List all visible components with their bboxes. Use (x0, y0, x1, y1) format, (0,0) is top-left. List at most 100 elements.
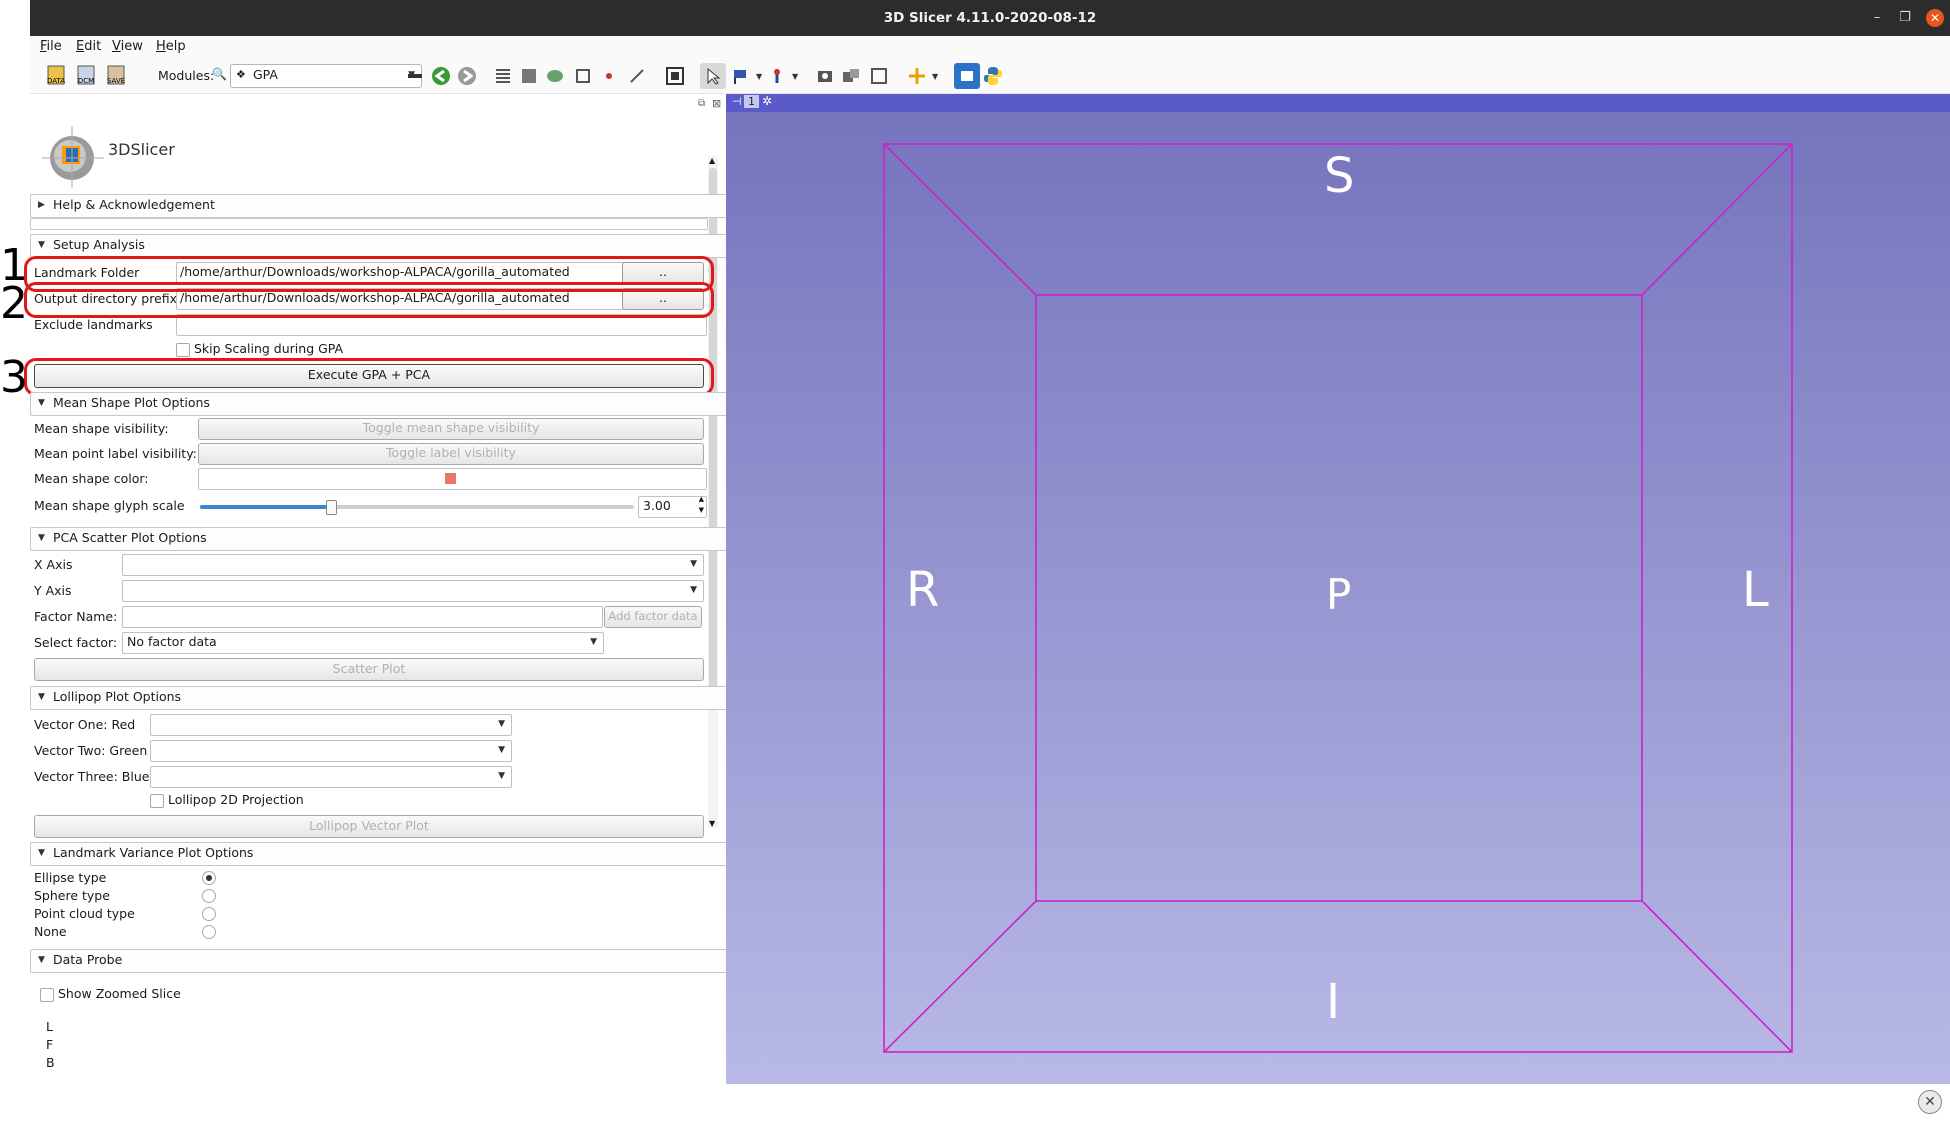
lollipop-section-header[interactable]: ▼ Lollipop Plot Options (30, 686, 730, 710)
data-probe-section-label: Data Probe (53, 952, 123, 967)
setup-section-header[interactable]: ▼ Setup Analysis (30, 234, 730, 258)
module-selector[interactable]: ❖ GPA ▼ (230, 64, 422, 88)
place-fiducial-icon[interactable] (728, 63, 754, 89)
pca-section-label: PCA Scatter Plot Options (53, 530, 207, 545)
pin-icon[interactable]: ⊣ (732, 95, 742, 108)
models-icon[interactable] (542, 63, 568, 89)
orientation-s-label: S (1324, 148, 1355, 204)
scene-view-icon[interactable] (838, 63, 864, 89)
ellipse-type-radio[interactable] (202, 871, 216, 885)
restore-button[interactable]: ❐ (1896, 9, 1914, 27)
slider-handle[interactable] (326, 500, 338, 515)
scroll-down-icon[interactable]: ▼ (709, 819, 715, 828)
lollipop-vector-plot-button[interactable]: Lollipop Vector Plot (34, 815, 704, 838)
y-axis-dropdown[interactable]: ▼ (122, 580, 704, 602)
save-icon[interactable]: SAVE (104, 63, 130, 89)
crosshair-icon[interactable] (904, 63, 930, 89)
modules-label: Modules: (158, 68, 215, 83)
variance-section-header[interactable]: ▼ Landmark Variance Plot Options (30, 842, 730, 866)
forward-arrow-icon[interactable] (454, 63, 480, 89)
vector-one-dropdown[interactable]: ▼ (150, 714, 512, 736)
undock-icon[interactable]: ⧉ (698, 98, 705, 109)
add-factor-data-button[interactable]: Add factor data (604, 606, 702, 628)
volumes-icon[interactable] (516, 63, 542, 89)
menubar: File Edit View Help (30, 36, 1950, 58)
module-icon: ❖ (236, 68, 246, 81)
module-selected: GPA (253, 67, 278, 82)
projection-checkbox[interactable] (150, 794, 164, 808)
view-tab-label[interactable]: 1 (744, 95, 759, 108)
sphere-type-label: Sphere type (34, 888, 110, 903)
probe-line-l: L (46, 1019, 53, 1034)
close-window-button[interactable]: ✕ (1926, 9, 1944, 27)
show-zoomed-slice-checkbox[interactable] (40, 988, 54, 1002)
point-cloud-type-label: Point cloud type (34, 906, 135, 921)
glyph-scale-value: 3.00 (643, 498, 671, 513)
extension-icon[interactable] (954, 63, 980, 89)
crosshair-dropdown-icon[interactable]: ▼ (792, 72, 798, 81)
glyph-scale-slider[interactable] (200, 500, 634, 515)
none-type-radio[interactable] (202, 925, 216, 939)
slicer-logo-icon (42, 126, 104, 188)
box-edge-tl (883, 143, 1037, 296)
mean-shape-section-header[interactable]: ▼ Mean Shape Plot Options (30, 392, 730, 416)
save-label: SAVE (107, 77, 125, 85)
back-arrow-icon[interactable] (428, 63, 454, 89)
layout-icon[interactable] (662, 63, 688, 89)
view-controller-bar[interactable]: ⊣ 1 ✲ (726, 94, 1950, 112)
select-factor-dropdown[interactable]: No factor data ▼ (122, 632, 604, 654)
point-cloud-type-radio[interactable] (202, 907, 216, 921)
screenshot-icon[interactable] (812, 63, 838, 89)
view-options-icon[interactable]: ✲ (762, 94, 772, 108)
skip-scaling-checkbox[interactable] (176, 343, 190, 357)
spin-arrows-icon[interactable]: ▲ ▼ (699, 497, 704, 516)
toggle-mean-visibility-button[interactable]: Toggle mean shape visibility (198, 418, 704, 440)
vector-two-dropdown[interactable]: ▼ (150, 740, 512, 762)
slicer-logo-text: 3DSlicer (108, 140, 175, 159)
mean-shape-section-label: Mean Shape Plot Options (53, 395, 210, 410)
module-history-icon[interactable] (402, 63, 428, 89)
y-axis-label: Y Axis (34, 583, 72, 598)
x-axis-dropdown[interactable]: ▼ (122, 554, 704, 576)
menu-help[interactable]: Help (156, 39, 186, 54)
fiducial-dropdown-icon[interactable]: ▼ (756, 72, 762, 81)
scroll-up-icon[interactable]: ▲ (709, 156, 715, 165)
none-type-label: None (34, 924, 67, 939)
mean-color-picker[interactable] (198, 468, 707, 490)
minimize-button[interactable]: – (1868, 9, 1886, 27)
close-panel-icon[interactable]: ⊠ (712, 97, 721, 110)
collapse-triangle-icon: ▼ (38, 533, 45, 543)
menu-file[interactable]: File (40, 39, 62, 54)
chevron-down-icon: ▼ (498, 719, 505, 729)
pca-section-header[interactable]: ▼ PCA Scatter Plot Options (30, 527, 730, 551)
window-title: 3D Slicer 4.11.0-2020-08-12 (883, 10, 1097, 26)
load-data-icon[interactable]: DATA (44, 63, 70, 89)
pointer-icon[interactable] (700, 63, 726, 89)
python-icon[interactable] (980, 63, 1006, 89)
factor-name-field[interactable] (122, 606, 603, 628)
crosshair-options-icon[interactable]: ▼ (932, 72, 938, 81)
error-log-close-icon[interactable]: ✕ (1918, 1090, 1942, 1114)
data-probe-section-header[interactable]: ▼ Data Probe (30, 949, 744, 973)
menu-view[interactable]: View (112, 39, 143, 54)
vector-three-dropdown[interactable]: ▼ (150, 766, 512, 788)
help-section-header[interactable]: ▶ Help & Acknowledgement (30, 194, 730, 218)
module-search-icon[interactable]: 🔍 (212, 67, 227, 81)
markups-icon[interactable] (596, 63, 622, 89)
toggle-label-visibility-button[interactable]: Toggle label visibility (198, 443, 704, 465)
window-titlebar: 3D Slicer 4.11.0-2020-08-12 – ❐ ✕ (30, 0, 1950, 36)
select-factor-value: No factor data (127, 634, 217, 649)
glyph-scale-spinbox[interactable]: 3.00 ▲ ▼ (638, 496, 707, 518)
crosshair-toggle-icon[interactable] (764, 63, 790, 89)
segment-editor-icon[interactable] (624, 63, 650, 89)
skip-scaling-label: Skip Scaling during GPA (194, 341, 344, 356)
sphere-type-radio[interactable] (202, 889, 216, 903)
scatter-plot-button[interactable]: Scatter Plot (34, 658, 704, 681)
extension-manager-icon[interactable] (866, 63, 892, 89)
probe-line-f: F (46, 1037, 54, 1052)
3d-view[interactable]: S R P L I (726, 112, 1950, 1084)
dicom-icon[interactable]: DCM (74, 63, 100, 89)
data-module-icon[interactable] (490, 63, 516, 89)
menu-edit[interactable]: Edit (76, 39, 101, 54)
transforms-icon[interactable] (570, 63, 596, 89)
